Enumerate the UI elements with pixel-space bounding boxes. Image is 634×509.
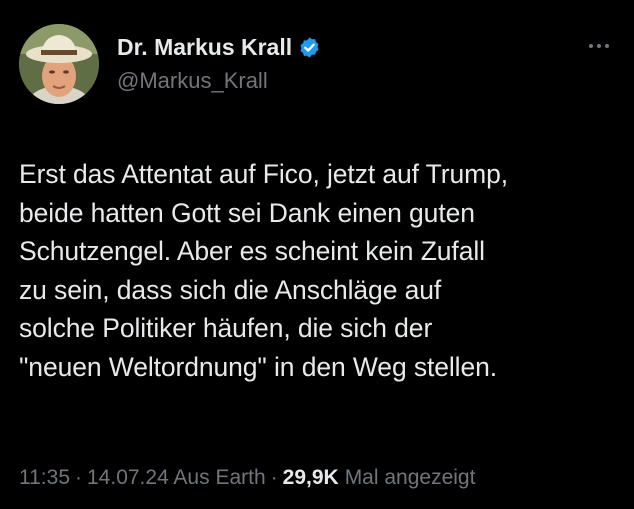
tweet-text-line: solche Politiker häufen, die sich der [19,313,433,344]
tweet-text-line: zu sein, dass sich die Anschläge auf [19,274,442,305]
tweet-time[interactable]: 11:35 [19,466,70,490]
meta-separator: · [75,466,82,489]
more-options-button[interactable] [583,36,615,56]
avatar[interactable] [19,24,99,104]
tweet-date-location[interactable]: 14.07.24 Aus Earth [87,466,266,490]
author-handle[interactable]: @Markus_Krall [117,68,268,94]
tweet-text-line: beide hatten Gott sei Dank einen guten [19,197,475,228]
tweet-card: Dr. Markus Krall @Markus_Krall Erst das … [0,0,634,509]
tweet-text: Erst das Attentat auf Fico, jetzt auf Tr… [19,155,619,387]
verified-badge-icon[interactable] [298,36,321,59]
author-name-row: Dr. Markus Krall [117,34,321,61]
author-display-name[interactable]: Dr. Markus Krall [117,34,292,61]
tweet-text-line: "neuen Weltordnung" in den Weg stellen. [19,351,498,382]
views-label[interactable]: Mal angezeigt [345,466,476,490]
views-count[interactable]: 29,9K [283,466,339,490]
tweet-meta: 11:35 · 14.07.24 Aus Earth · 29,9K Mal a… [19,466,475,490]
tweet-text-line: Schutzengel. Aber es scheint kein Zufall [19,236,485,267]
tweet-text-line: Erst das Attentat auf Fico, jetzt auf Tr… [19,159,509,189]
more-horizontal-icon [589,44,593,48]
meta-separator: · [270,466,278,489]
